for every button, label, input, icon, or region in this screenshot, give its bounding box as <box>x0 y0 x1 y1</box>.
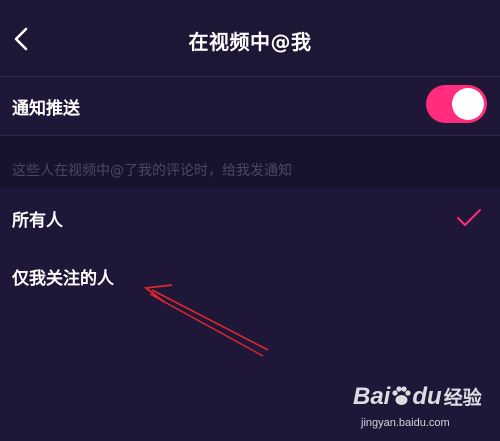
notification-label: 通知推送 <box>12 99 80 119</box>
watermark: Bai du 经验 jingyan.baidu.com <box>353 383 495 435</box>
watermark-url: jingyan.baidu.com <box>361 417 450 429</box>
option-label: 所有人 <box>12 211 63 231</box>
watermark-logo: Bai du 经验 <box>353 383 482 411</box>
checkmark-icon <box>457 209 481 226</box>
notification-row: 通知推送 <box>0 78 500 134</box>
watermark-logo-suffix: 经验 <box>443 388 482 409</box>
option-label: 仅我关注的人 <box>12 269 114 289</box>
settings-screen: 在视频中@我 通知推送 这些人在视频中@了我的评论时，给我发通知 所有人 仅我关… <box>0 0 500 441</box>
watermark-logo-right: du <box>412 383 442 410</box>
watermark-logo-left: Bai <box>353 383 391 410</box>
option-everyone[interactable]: 所有人 <box>0 190 500 246</box>
page-title: 在视频中@我 <box>188 30 312 54</box>
divider <box>0 76 500 77</box>
hint-section: 这些人在视频中@了我的评论时，给我发通知 <box>0 136 500 188</box>
hint-text: 这些人在视频中@了我的评论时，给我发通知 <box>12 163 292 179</box>
option-followed-only[interactable]: 仅我关注的人 <box>0 248 500 304</box>
notification-toggle[interactable] <box>426 85 487 123</box>
paw-icon <box>392 386 411 405</box>
nav-bar: 在视频中@我 <box>0 0 500 78</box>
toggle-knob <box>452 88 484 120</box>
